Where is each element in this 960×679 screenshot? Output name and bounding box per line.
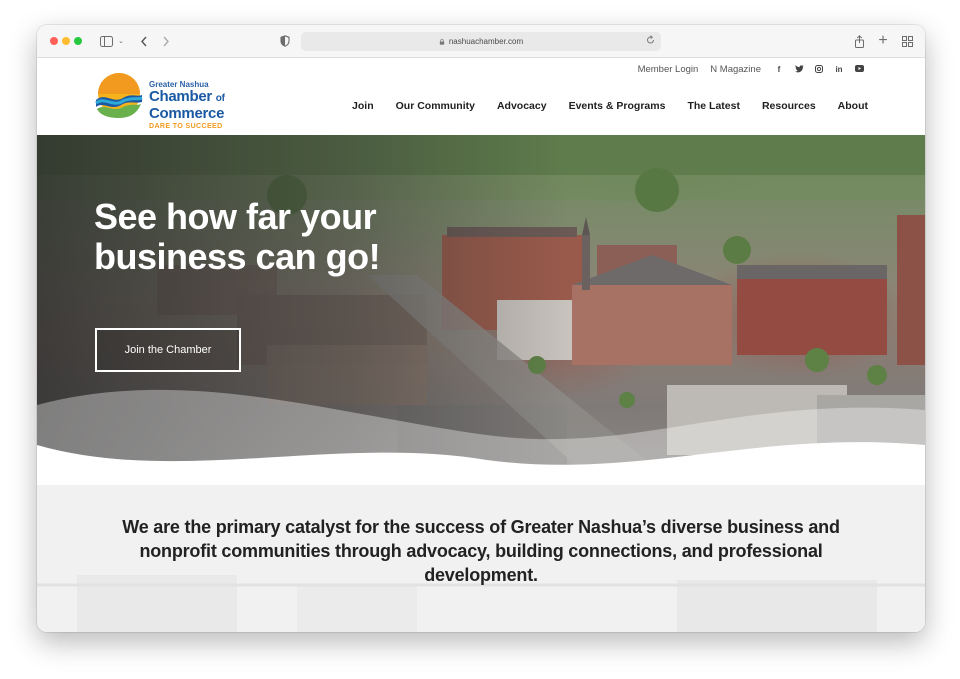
mission-section: We are the primary catalyst for the succ… [37, 485, 925, 632]
lock-icon [439, 38, 445, 45]
instagram-icon[interactable] [815, 64, 823, 75]
back-icon[interactable] [139, 33, 149, 49]
nav-events-programs[interactable]: Events & Programs [569, 100, 666, 112]
youtube-icon[interactable] [855, 65, 864, 74]
facebook-icon[interactable]: f [775, 65, 783, 74]
hero-section: See how far your business can go! Join t… [37, 135, 925, 485]
main-nav: Join Our Community Advocacy Events & Pro… [352, 100, 868, 112]
reload-icon[interactable] [646, 35, 655, 45]
nav-advocacy[interactable]: Advocacy [497, 100, 547, 112]
browser-toolbar: ⌄ nashuachamber.com + [37, 25, 925, 58]
site-header: Greater Nashua Chamber of Commerce DARE … [37, 58, 925, 135]
logo-line3: Commerce [149, 105, 225, 122]
url-text: nashuachamber.com [448, 37, 524, 46]
forward-icon[interactable] [161, 33, 171, 49]
nav-join[interactable]: Join [352, 100, 374, 112]
mission-statement: We are the primary catalyst for the succ… [122, 517, 840, 585]
twitter-icon[interactable] [795, 64, 804, 75]
share-icon[interactable] [853, 33, 865, 49]
browser-window: ⌄ nashuachamber.com + Greater Nashua Cha… [37, 25, 925, 632]
join-chamber-button[interactable]: Join the Chamber [95, 328, 241, 372]
hero-wave-divider [37, 389, 925, 485]
utility-nav: Member Login N Magazine f in [638, 64, 864, 75]
minimize-window-button[interactable] [62, 37, 70, 45]
nav-about[interactable]: About [838, 100, 868, 112]
linkedin-icon[interactable]: in [835, 65, 843, 74]
zoom-window-button[interactable] [74, 37, 82, 45]
sidebar-toggle-icon[interactable] [99, 33, 113, 49]
chevron-down-icon[interactable]: ⌄ [117, 33, 125, 49]
tab-overview-icon[interactable] [901, 33, 913, 49]
logo-wordmark: Greater Nashua Chamber of Commerce DARE … [149, 80, 225, 130]
new-tab-icon[interactable]: + [877, 32, 889, 49]
address-bar[interactable]: nashuachamber.com [301, 32, 661, 51]
nav-our-community[interactable]: Our Community [396, 100, 475, 112]
member-login-link[interactable]: Member Login [638, 64, 699, 75]
logo-mark-icon [95, 73, 143, 118]
nav-the-latest[interactable]: The Latest [687, 100, 740, 112]
hero-title: See how far your business can go! [94, 196, 381, 277]
shield-icon[interactable] [279, 33, 291, 49]
close-window-button[interactable] [50, 37, 58, 45]
social-links: f in [775, 64, 864, 75]
chamber-logo[interactable]: Greater Nashua Chamber of Commerce DARE … [93, 70, 243, 130]
logo-line2: Chamber of [149, 88, 225, 105]
nav-resources[interactable]: Resources [762, 100, 816, 112]
magazine-link[interactable]: N Magazine [710, 64, 761, 75]
logo-tagline: DARE TO SUCCEED [149, 123, 223, 130]
